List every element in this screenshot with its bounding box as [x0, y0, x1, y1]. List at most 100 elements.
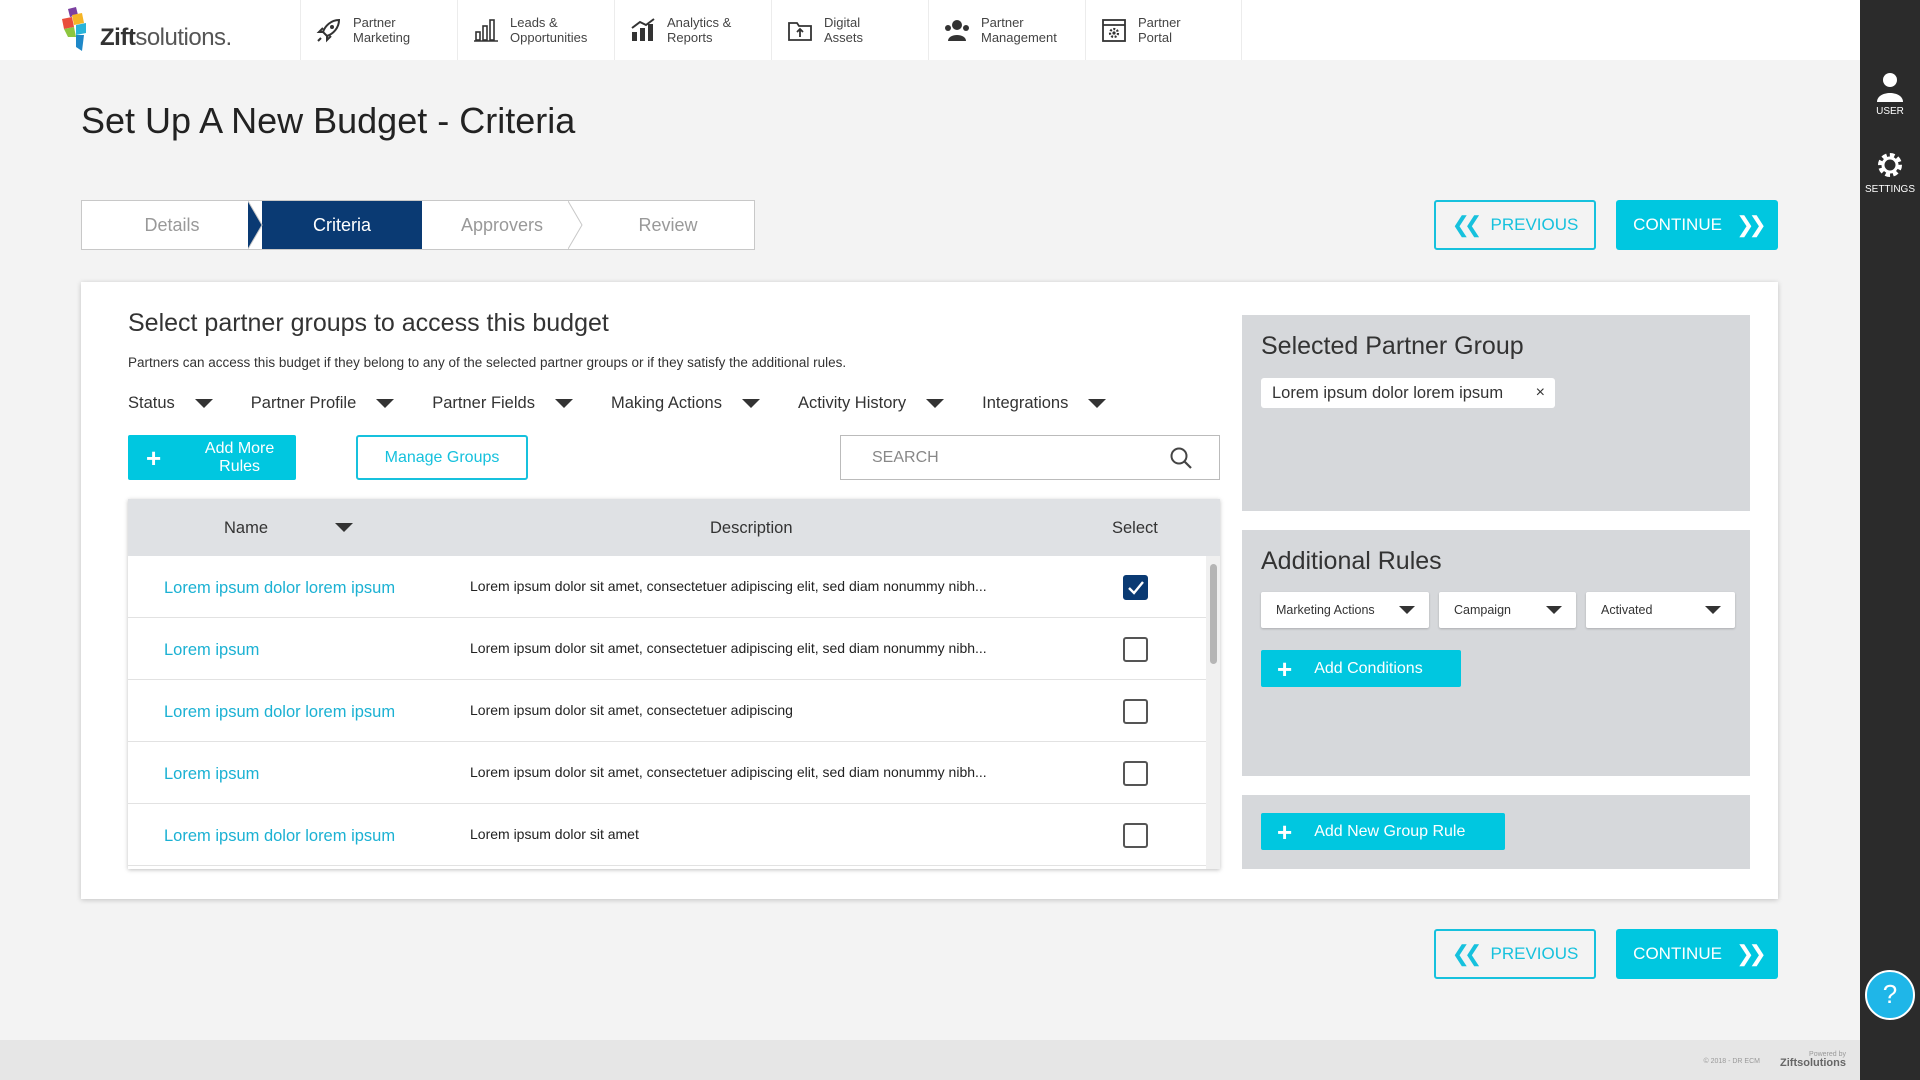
nav-partner-portal[interactable]: Partner Portal: [1085, 0, 1242, 60]
settings-button[interactable]: SETTINGS: [1860, 150, 1920, 195]
filter-partner-profile[interactable]: Partner Profile: [251, 394, 395, 413]
add-new-group-rule-button[interactable]: + Add New Group Rule: [1261, 813, 1505, 850]
table-row: Lorem ipsum Lorem ipsum dolor sit amet, …: [128, 618, 1220, 680]
select-checkbox-checked[interactable]: [1123, 575, 1148, 600]
filter-label: Activity History: [797, 394, 907, 412]
caret-down-icon: [1399, 606, 1415, 614]
step-chevron: [568, 201, 583, 249]
caret-down-icon: [554, 399, 573, 408]
nav-analytics-reports[interactable]: Analytics & Reports: [614, 0, 771, 60]
continue-button-top[interactable]: CONTINUE ❯❯: [1616, 200, 1778, 250]
step-approvers[interactable]: Approvers: [422, 201, 583, 249]
step-chevron: [248, 201, 263, 249]
group-name-link[interactable]: Lorem ipsum dolor lorem ipsum: [164, 579, 395, 598]
search-icon[interactable]: [1169, 446, 1193, 470]
nav-partner-marketing[interactable]: Partner Marketing: [300, 0, 457, 60]
nav-label: Leads & Opportunities: [510, 15, 588, 45]
group-name-link[interactable]: Lorem ipsum dolor lorem ipsum: [164, 827, 395, 846]
rule-dropdown-activated[interactable]: Activated: [1586, 592, 1735, 628]
nav-leads-opportunities[interactable]: Leads & Opportunities: [457, 0, 614, 60]
panel-title: Additional Rules: [1261, 547, 1442, 575]
right-utility-rail: USER SETTINGS ?: [1860, 0, 1920, 1080]
people-icon: [945, 20, 969, 41]
caret-down-icon: [376, 399, 395, 408]
remove-chip-close-icon[interactable]: ×: [1536, 378, 1545, 408]
logo-light: solutions: [135, 24, 226, 51]
plus-icon: +: [146, 442, 162, 473]
powered-by: Powered by Ziftsolutions: [1780, 1050, 1846, 1069]
table-row: Lorem ipsum dolor lorem ipsum Lorem ipsu…: [128, 680, 1220, 742]
filter-label: Partner Fields: [432, 394, 535, 412]
zift-logo-mark-icon: [62, 7, 86, 51]
user-label: USER: [1876, 106, 1904, 117]
chip-label: Lorem ipsum dolor lorem ipsum: [1272, 384, 1504, 402]
dropdown-value: Campaign: [1454, 603, 1511, 617]
step-criteria[interactable]: Criteria: [262, 201, 422, 249]
step-label: Criteria: [312, 214, 371, 235]
group-name-link[interactable]: Lorem ipsum: [164, 765, 259, 784]
nav-label: Partner Management: [981, 15, 1057, 45]
logo-wordmark: Ziftsolutions.: [100, 24, 232, 52]
step-details[interactable]: Details: [82, 201, 263, 249]
group-name-link[interactable]: Lorem ipsum: [164, 641, 259, 660]
previous-button-top[interactable]: ❮❮ PREVIOUS: [1434, 200, 1596, 250]
column-header-description: Description: [710, 519, 793, 537]
table-row: Lorem ipsum Lorem ipsum dolor sit amet, …: [128, 742, 1220, 804]
checkmark-icon: [1128, 581, 1144, 595]
plus-icon: +: [1277, 653, 1293, 684]
filter-integrations[interactable]: Integrations: [982, 394, 1107, 413]
help-button[interactable]: ?: [1865, 970, 1915, 1020]
portal-icon: [1102, 19, 1126, 42]
user-icon: [1877, 73, 1903, 102]
step-review[interactable]: Review: [582, 201, 754, 249]
caret-down-icon: [741, 399, 760, 408]
previous-label: PREVIOUS: [1490, 944, 1579, 963]
group-name-link[interactable]: Lorem ipsum dolor lorem ipsum: [164, 703, 395, 722]
select-checkbox[interactable]: [1123, 699, 1148, 724]
select-checkbox[interactable]: [1123, 637, 1148, 662]
filter-label: Status: [128, 394, 175, 412]
filter-activity-history[interactable]: Activity History: [797, 394, 945, 413]
additional-rules-panel: Additional Rules Marketing Actions Campa…: [1242, 530, 1750, 776]
filter-status[interactable]: Status: [128, 394, 213, 413]
rule-dropdown-campaign[interactable]: Campaign: [1439, 592, 1576, 628]
filter-bar: Status Partner Profile Partner Fields Ma…: [128, 394, 1144, 413]
criteria-card: Select partner groups to access this bud…: [81, 282, 1778, 899]
selected-group-chip: Lorem ipsum dolor lorem ipsum ×: [1261, 378, 1555, 408]
column-header-select: Select: [1112, 519, 1158, 537]
add-more-rules-button[interactable]: + Add More Rules: [128, 435, 296, 480]
wizard-stepper: Details Criteria Approvers Review: [81, 200, 755, 250]
scrollbar-thumb[interactable]: [1210, 564, 1217, 664]
user-button[interactable]: USER: [1860, 72, 1920, 117]
caret-down-icon: [1705, 606, 1721, 614]
double-chevron-right-icon: ❯❯: [1735, 212, 1767, 237]
add-conditions-button[interactable]: + Add Conditions: [1261, 650, 1461, 687]
filter-making-actions[interactable]: Making Actions: [611, 394, 760, 413]
select-checkbox[interactable]: [1123, 761, 1148, 786]
manage-groups-button[interactable]: Manage Groups: [356, 435, 528, 480]
logo-bold: Zift: [100, 24, 136, 51]
zift-logo[interactable]: Ziftsolutions.: [0, 0, 300, 60]
column-header-name[interactable]: Name: [224, 519, 268, 538]
footer-copyright: © 2018 - DR ECM: [1703, 1058, 1760, 1065]
previous-button-bottom[interactable]: ❮❮ PREVIOUS: [1434, 929, 1596, 979]
table-scrollbar[interactable]: [1206, 556, 1220, 869]
group-description: Lorem ipsum dolor sit amet, consectetuer…: [470, 578, 987, 594]
sort-caret-down-icon[interactable]: [335, 523, 353, 532]
continue-button-bottom[interactable]: CONTINUE ❯❯: [1616, 929, 1778, 979]
double-chevron-right-icon: ❯❯: [1735, 941, 1767, 966]
continue-label: CONTINUE: [1633, 944, 1722, 963]
add-group-rule-panel: + Add New Group Rule: [1242, 795, 1750, 869]
caret-down-icon: [194, 399, 213, 408]
group-description: Lorem ipsum dolor sit amet: [470, 826, 639, 842]
selected-partner-group-panel: Selected Partner Group Lorem ipsum dolor…: [1242, 315, 1750, 511]
select-checkbox[interactable]: [1123, 823, 1148, 848]
caret-down-icon: [1546, 606, 1562, 614]
nav-digital-assets[interactable]: Digital Assets: [771, 0, 928, 60]
group-description: Lorem ipsum dolor sit amet, consectetuer…: [470, 640, 987, 656]
nav-partner-management[interactable]: Partner Management: [928, 0, 1085, 60]
filter-partner-fields[interactable]: Partner Fields: [432, 394, 573, 413]
rule-dropdown-marketing-actions[interactable]: Marketing Actions: [1261, 592, 1429, 628]
group-description: Lorem ipsum dolor sit amet, consectetuer…: [470, 764, 987, 780]
search-input[interactable]: [841, 436, 1161, 479]
